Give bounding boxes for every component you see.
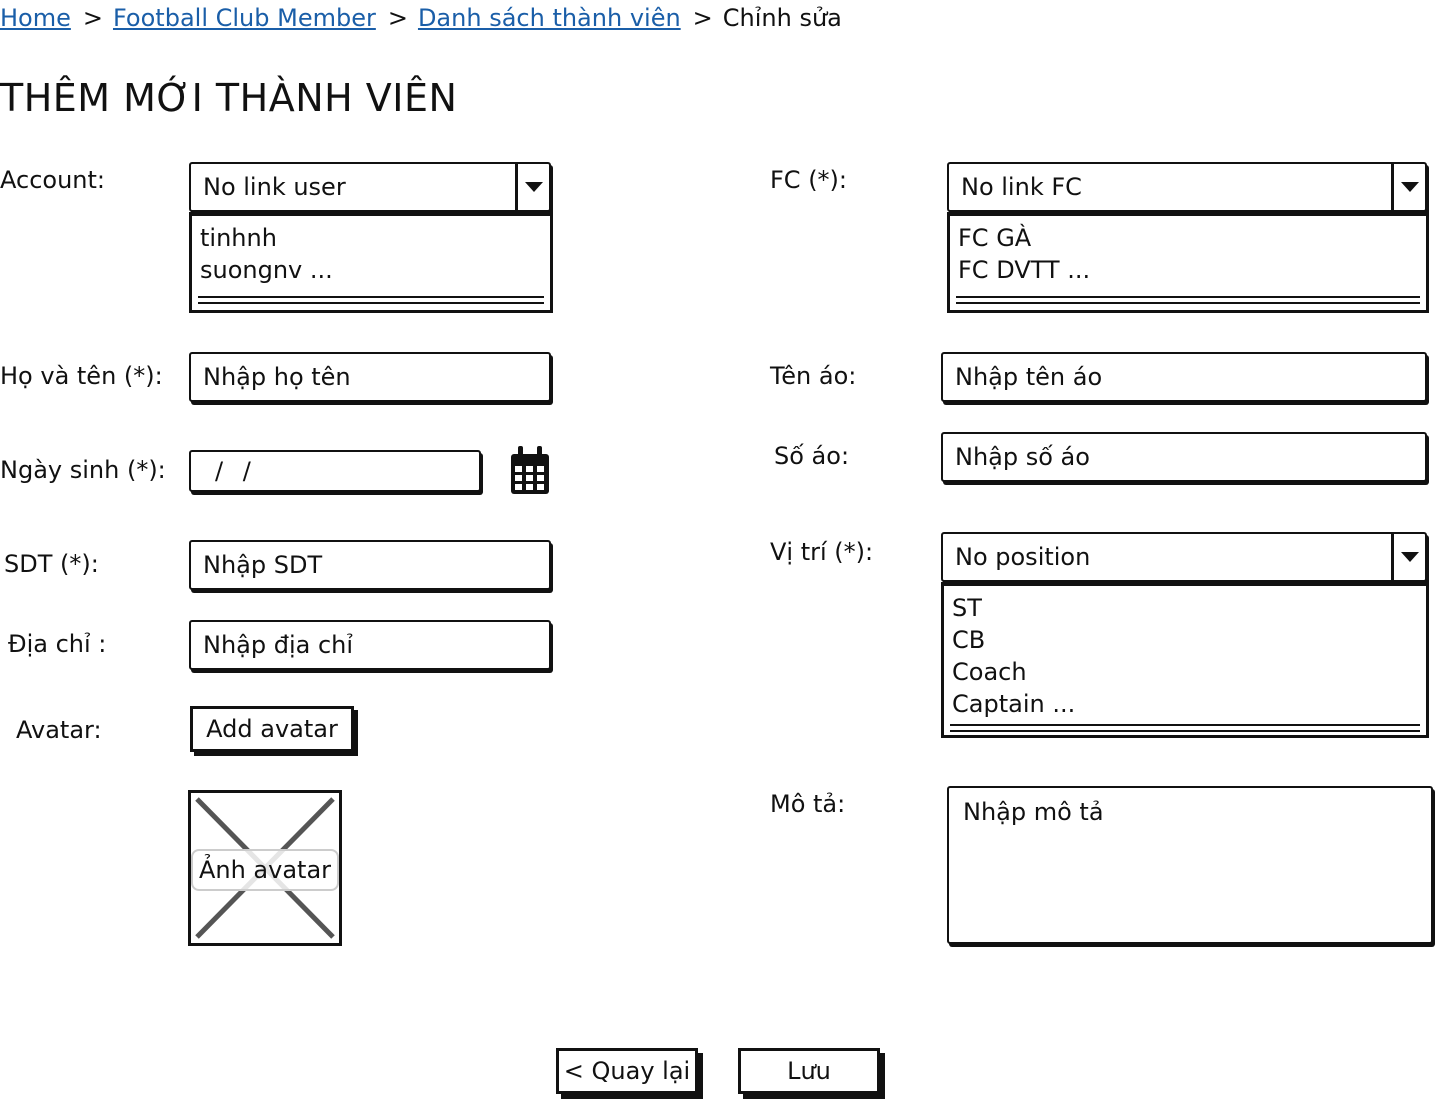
- account-selected-value: No link user: [203, 173, 346, 201]
- position-option[interactable]: ST: [952, 592, 1418, 624]
- position-option[interactable]: Coach: [952, 656, 1418, 688]
- position-selected-value: No position: [955, 543, 1091, 571]
- chevron-down-icon: [524, 182, 543, 192]
- breadcrumb-separator: >: [692, 4, 713, 32]
- breadcrumb-separator: >: [82, 4, 103, 32]
- address-placeholder: Nhập địa chỉ: [203, 631, 354, 659]
- fullname-label: Họ và tên (*):: [0, 362, 163, 390]
- add-avatar-button[interactable]: Add avatar: [190, 706, 354, 752]
- list-scrollbar[interactable]: [956, 296, 1420, 304]
- description-placeholder: Nhập mô tả: [963, 798, 1104, 826]
- birthday-value: / /: [215, 457, 257, 485]
- save-button[interactable]: Lưu: [738, 1048, 880, 1094]
- birthday-input[interactable]: / /: [189, 450, 481, 492]
- chevron-down-icon: [1400, 552, 1419, 562]
- fullname-placeholder: Nhập họ tên: [203, 363, 351, 391]
- account-label: Account:: [0, 166, 105, 194]
- breadcrumb-list-link[interactable]: Danh sách thành viên: [418, 4, 681, 32]
- position-select[interactable]: No position: [941, 532, 1427, 582]
- fc-option[interactable]: FC DVTT ...: [958, 254, 1418, 286]
- position-option[interactable]: Captain ...: [952, 688, 1418, 720]
- breadcrumb: Home > Football Club Member > Danh sách thàn…: [0, 4, 842, 32]
- fc-selected-value: No link FC: [961, 173, 1082, 201]
- breadcrumb-home-link[interactable]: Home: [0, 4, 71, 32]
- address-input[interactable]: Nhập địa chỉ: [189, 620, 551, 670]
- position-options-list[interactable]: ST CB Coach Captain ...: [941, 582, 1429, 738]
- avatar-caption: Ảnh avatar: [191, 849, 339, 891]
- fc-select[interactable]: No link FC: [947, 162, 1427, 212]
- shirt-number-label: Số áo:: [774, 442, 850, 470]
- calendar-icon[interactable]: [509, 446, 551, 496]
- description-textarea[interactable]: Nhập mô tả: [947, 786, 1433, 944]
- list-scrollbar[interactable]: [198, 296, 544, 304]
- list-scrollbar[interactable]: [950, 724, 1420, 732]
- avatar-image-placeholder: Ảnh avatar: [188, 790, 342, 946]
- back-button[interactable]: < Quay lại: [556, 1048, 698, 1094]
- position-dropdown-button[interactable]: [1391, 534, 1425, 580]
- chevron-down-icon: [1400, 182, 1419, 192]
- birthday-label: Ngày sinh (*):: [0, 456, 166, 484]
- breadcrumb-current: Chỉnh sửa: [722, 4, 842, 32]
- fc-dropdown-button[interactable]: [1391, 164, 1425, 210]
- account-option[interactable]: tinhnh: [200, 222, 542, 254]
- shirt-name-input[interactable]: Nhập tên áo: [941, 352, 1427, 402]
- shirt-name-placeholder: Nhập tên áo: [955, 363, 1103, 391]
- phone-label: SDT (*):: [4, 550, 99, 578]
- account-option[interactable]: suongnv ...: [200, 254, 542, 286]
- position-option[interactable]: CB: [952, 624, 1418, 656]
- breadcrumb-separator: >: [387, 4, 408, 32]
- page-title: THÊM MỚI THÀNH VIÊN: [0, 76, 458, 120]
- shirt-number-input[interactable]: Nhập số áo: [941, 432, 1427, 482]
- shirt-name-label: Tên áo:: [770, 362, 857, 390]
- fc-options-list[interactable]: FC GÀ FC DVTT ...: [947, 212, 1429, 313]
- breadcrumb-club-link[interactable]: Football Club Member: [113, 4, 376, 32]
- shirt-number-placeholder: Nhập số áo: [955, 443, 1090, 471]
- account-select[interactable]: No link user: [189, 162, 551, 212]
- address-label: Địa chỉ :: [8, 630, 107, 658]
- position-label: Vị trí (*):: [770, 538, 874, 566]
- avatar-label: Avatar:: [16, 716, 102, 744]
- account-options-list[interactable]: tinhnh suongnv ...: [189, 212, 553, 313]
- fc-option[interactable]: FC GÀ: [958, 222, 1418, 254]
- phone-placeholder: Nhập SDT: [203, 551, 323, 579]
- fc-label: FC (*):: [770, 166, 848, 194]
- fullname-input[interactable]: Nhập họ tên: [189, 352, 551, 402]
- phone-input[interactable]: Nhập SDT: [189, 540, 551, 590]
- description-label: Mô tả:: [770, 790, 846, 818]
- account-dropdown-button[interactable]: [515, 164, 549, 210]
